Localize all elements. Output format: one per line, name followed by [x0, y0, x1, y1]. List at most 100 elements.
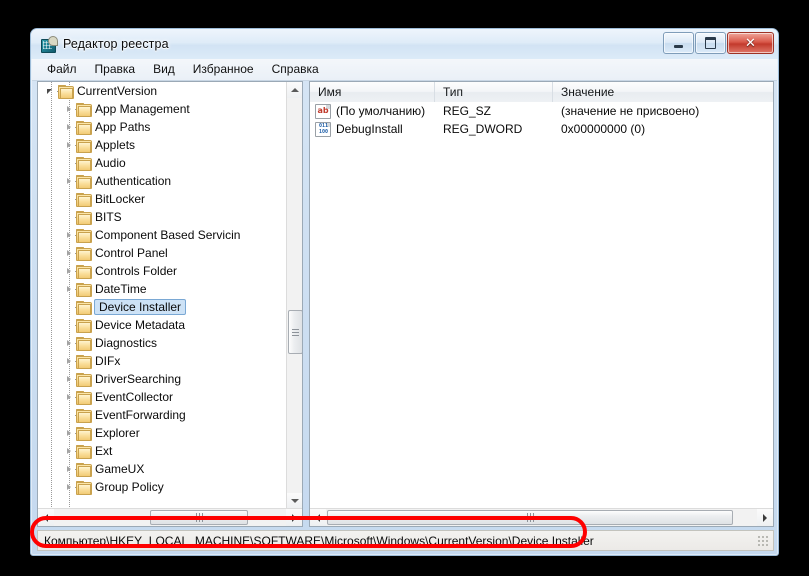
expand-arrow-icon[interactable]: [64, 428, 75, 439]
expand-arrow-icon[interactable]: [64, 122, 75, 133]
tree-item-control-panel[interactable]: Control Panel: [38, 244, 287, 262]
expand-arrow-icon[interactable]: [64, 464, 75, 475]
column-header-name[interactable]: Имя: [310, 82, 435, 102]
chevron-left-icon: [44, 513, 48, 522]
folder-icon: [76, 211, 92, 225]
tree-item-diagnostics[interactable]: Diagnostics: [38, 334, 287, 352]
tree-vscroll-thumb[interactable]: [288, 310, 302, 354]
tree-item-label: Component Based Servicin: [95, 228, 241, 242]
window-title: Редактор реестра: [63, 37, 169, 51]
screenshot-root: Редактор реестра ✕ Файл Правка Вид Избра…: [0, 0, 809, 576]
expand-arrow-icon[interactable]: [64, 374, 75, 385]
status-bar: Компьютер\HKEY_LOCAL_MACHINE\SOFTWARE\Mi…: [37, 530, 774, 551]
value-name: DebugInstall: [336, 122, 403, 136]
tree-scroll-right-button[interactable]: [286, 509, 302, 526]
resize-grip-icon[interactable]: [758, 536, 770, 548]
tree-item-label: Authentication: [95, 174, 172, 188]
tree-scroll-down-button[interactable]: [287, 493, 302, 509]
tree-item-ext[interactable]: Ext: [38, 442, 287, 460]
tree-item-applets[interactable]: Applets: [38, 136, 287, 154]
values-list[interactable]: (По умолчанию) REG_SZ (значение не присв…: [310, 102, 773, 509]
values-scroll-right-button[interactable]: [757, 509, 773, 526]
tree-item-label: Control Panel: [95, 246, 168, 260]
tree-item-bits[interactable]: BITS: [38, 208, 287, 226]
tree-item-controls-folder[interactable]: Controls Folder: [38, 262, 287, 280]
close-button[interactable]: ✕: [727, 32, 774, 54]
tree-item-group-policy[interactable]: Group Policy: [38, 478, 287, 496]
expand-arrow-icon[interactable]: [64, 446, 75, 457]
regedit-icon: [40, 35, 58, 53]
tree-item-label: Explorer: [95, 426, 140, 440]
window-controls: ✕: [663, 32, 774, 54]
tree-item-datetime[interactable]: DateTime: [38, 280, 287, 298]
table-row[interactable]: DebugInstall REG_DWORD 0x00000000 (0): [310, 120, 773, 138]
expand-arrow-icon[interactable]: [64, 104, 75, 115]
tree-item-bitlocker[interactable]: BitLocker: [38, 190, 287, 208]
column-header-value[interactable]: Значение: [553, 82, 753, 102]
tree-item-label: Diagnostics: [95, 336, 158, 350]
tree-item-device-metadata[interactable]: Device Metadata: [38, 316, 287, 334]
tree-item-device-installer[interactable]: Device Installer: [38, 298, 287, 316]
menu-item-file[interactable]: Файл: [38, 60, 86, 79]
tree-scroll-up-button[interactable]: [287, 82, 302, 98]
expand-arrow-icon[interactable]: [64, 338, 75, 349]
tree-item-label: Device Metadata: [95, 318, 186, 332]
tree-item-explorer[interactable]: Explorer: [38, 424, 287, 442]
table-row[interactable]: (По умолчанию) REG_SZ (значение не присв…: [310, 102, 773, 120]
registry-tree-pane: CurrentVersion App Management App Paths App…: [37, 81, 303, 527]
tree-item-eventforwarding[interactable]: EventForwarding: [38, 406, 287, 424]
expand-arrow-icon[interactable]: [64, 230, 75, 241]
tree-item-app-management[interactable]: App Management: [38, 100, 287, 118]
expand-arrow-icon[interactable]: [64, 482, 75, 493]
menu-item-view[interactable]: Вид: [144, 60, 184, 79]
tree-item-gameux[interactable]: GameUX: [38, 460, 287, 478]
tree-item-driversearching[interactable]: DriverSearching: [38, 370, 287, 388]
folder-icon: [76, 481, 92, 495]
tree-item-label: CurrentVersion: [77, 84, 158, 98]
folder-icon: [76, 103, 92, 117]
expand-arrow-icon[interactable]: [64, 266, 75, 277]
tree-item-label: GameUX: [95, 462, 145, 476]
menu-item-edit[interactable]: Правка: [86, 60, 145, 79]
expand-arrow-icon[interactable]: [64, 176, 75, 187]
maximize-button[interactable]: [695, 32, 726, 54]
tree-leaf-marker: [64, 410, 75, 421]
column-header-type[interactable]: Тип: [435, 82, 553, 102]
folder-icon: [76, 283, 92, 297]
value-name: (По умолчанию): [336, 104, 426, 118]
tree-scroll-left-button[interactable]: [38, 509, 54, 526]
expand-arrow-icon[interactable]: [64, 284, 75, 295]
minimize-button[interactable]: [663, 32, 694, 54]
menu-item-help[interactable]: Справка: [263, 60, 328, 79]
registry-tree[interactable]: CurrentVersion App Management App Paths App…: [38, 82, 287, 509]
collapse-arrow-icon[interactable]: [46, 86, 57, 97]
expand-arrow-icon[interactable]: [64, 140, 75, 151]
chevron-left-icon: [316, 513, 320, 522]
tree-item-label: BITS: [95, 210, 122, 224]
statusbar-path: Компьютер\HKEY_LOCAL_MACHINE\SOFTWARE\Mi…: [44, 533, 594, 548]
folder-icon: [76, 175, 92, 189]
chevron-up-icon: [290, 88, 299, 92]
chevron-right-icon: [292, 513, 296, 522]
expand-arrow-icon[interactable]: [64, 248, 75, 259]
tree-item-audio[interactable]: Audio: [38, 154, 287, 172]
expand-arrow-icon[interactable]: [64, 356, 75, 367]
tree-horizontal-scrollbar[interactable]: [38, 508, 302, 526]
values-horizontal-scrollbar[interactable]: [310, 508, 773, 526]
tree-item-eventcollector[interactable]: EventCollector: [38, 388, 287, 406]
tree-hscroll-thumb[interactable]: [150, 510, 248, 525]
tree-item-app-paths[interactable]: App Paths: [38, 118, 287, 136]
tree-item-component-based-servicin[interactable]: Component Based Servicin: [38, 226, 287, 244]
tree-item-authentication[interactable]: Authentication: [38, 172, 287, 190]
title-bar[interactable]: Редактор реестра ✕: [31, 29, 778, 59]
tree-item-currentversion[interactable]: CurrentVersion: [38, 82, 287, 100]
tree-item-difx[interactable]: DIFx: [38, 352, 287, 370]
tree-vertical-scrollbar[interactable]: [286, 82, 302, 509]
menu-item-favorites[interactable]: Избранное: [184, 60, 263, 79]
registry-values-pane: Имя Тип Значение (По умолчанию) REG_SZ (…: [309, 81, 774, 527]
expand-arrow-icon[interactable]: [64, 392, 75, 403]
tree-item-label: App Management: [95, 102, 190, 116]
values-hscroll-thumb[interactable]: [327, 510, 733, 525]
maximize-icon: [705, 37, 716, 49]
values-scroll-left-button[interactable]: [310, 509, 326, 526]
